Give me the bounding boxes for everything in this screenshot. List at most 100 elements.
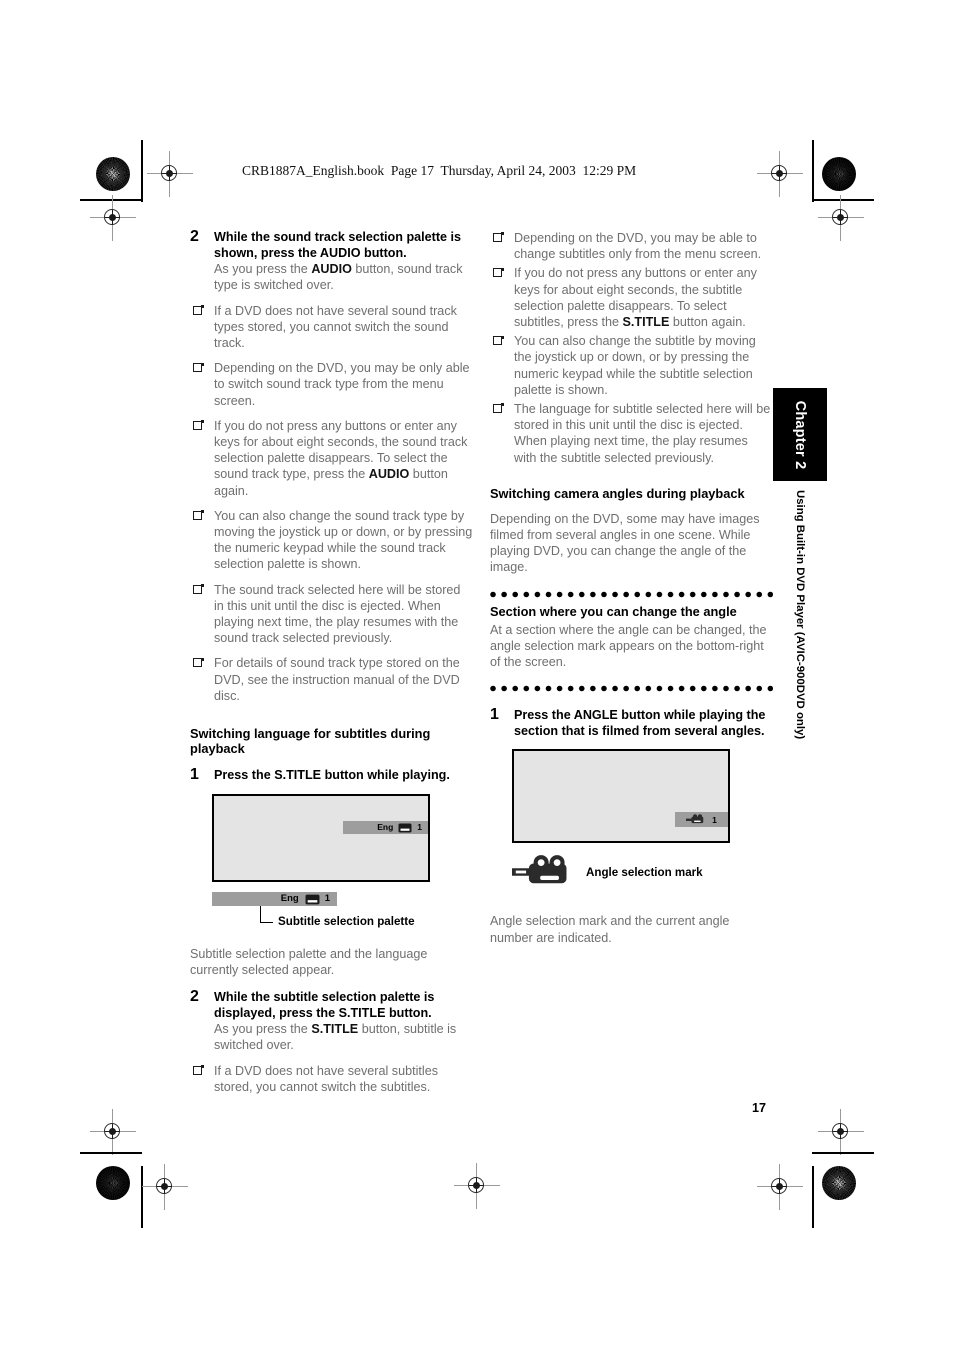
note-text: For details of sound track type stored o… [214,656,460,703]
note-text: You can also change the sound track type… [214,508,473,572]
registration-crosshair-bottom-center [454,1163,500,1209]
registration-crosshair-bottom-right [757,1164,803,1210]
dotted-divider [490,588,773,600]
chapter-tab: Chapter 2 [773,388,827,481]
section-heading-subtitles: Switching language for subtitles during … [190,726,431,757]
step-1-angle: 1 Press the ANGLE button while playing t… [490,707,773,739]
angle-selection-mark-osd: 1 [675,812,728,828]
note-text: The language for subtitle selected here … [514,402,771,465]
angle-button-name: ANGLE [573,708,618,723]
note-item: If a DVD does not have several subtitles… [190,1063,473,1095]
registration-crosshair-right-upper [818,195,864,241]
subtitle-icon [305,894,320,904]
registration-starburst-top-right [822,157,856,191]
registration-starburst-bottom-right [822,1166,856,1200]
camera-icon [686,814,704,825]
note-bullet-icon [193,510,204,520]
note-text: If a DVD does not have several sound tra… [214,303,457,350]
note-text: If you do not press any buttons or enter… [214,419,467,498]
note-item: The sound track selected here will be st… [190,582,473,647]
note-item: You can also change the sound track type… [190,508,473,573]
running-head: Using Built-in DVD Player (AVIC-900DVD o… [773,490,827,810]
note-item: You can also change the subtitle by movi… [490,333,773,398]
palette-number: 1 [324,892,330,904]
screen-illustration-angle: 1 [512,749,730,844]
stitle-button-name: S.TITLE [274,768,322,783]
note-item: If you do not press any buttons or enter… [490,265,773,330]
step-1-stitle: 1 Press the S.TITLE button while playing… [190,766,473,784]
step-title: While the subtitle selection palette is … [214,990,473,1021]
note-text: Depending on the DVD, you may be able to… [514,231,762,262]
osd-language-label: Eng [377,822,394,833]
note-bullet-icon [493,335,504,346]
palette-legend-label: Subtitle selection palette [278,914,415,928]
caption-after-angle-screen: Angle selection mark and the current ang… [490,914,730,945]
step-number: 2 [190,228,199,245]
note-item: For details of sound track type stored o… [190,655,473,704]
trim-line-top-right [812,140,814,202]
registration-crosshair-bottom-left [142,1164,188,1210]
registration-starburst-bottom-left [96,1166,130,1200]
osd-number: 1 [417,822,422,833]
step-body: As you press the S.TITLE button, subtitl… [214,1021,473,1053]
registration-crosshair-top-right [757,151,803,197]
subtitle-selection-palette-sample: Eng 1 [212,891,337,906]
book-header-line: CRB1887A_English.book Page 17 Thursday, … [242,163,637,178]
note-item: If you do not press any buttons or enter… [190,418,473,499]
note-bullet-icon [193,584,204,594]
section-heading-camera-angles: Switching camera angles during playback [490,485,745,501]
osd-angle-number: 1 [712,814,717,825]
sub-heading-section-change-angle: Section where you can change the angle [490,603,737,619]
angle-mark-legend-label: Angle selection mark [586,866,703,880]
step-title-text-a: Press the [514,708,574,723]
stitle-button-name-2: S.TITLE [338,1005,386,1020]
registration-crosshair-top-left [147,151,193,197]
step-title-text-a: Press the [214,768,275,783]
subtitle-selection-palette-osd: Eng 1 [343,820,428,834]
right-column: Depending on the DVD, you may be able to… [490,230,773,946]
note-item: The language for subtitle selected here … [490,401,773,466]
screen-illustration-subtitle: Eng 1 [212,793,430,882]
note-item: Depending on the DVD, you may be only ab… [190,360,473,409]
step-title: Press the S.TITLE button while playing. [214,768,473,784]
note-bullet-icon [493,232,504,242]
sub-body-section-change-angle: At a section where the angle can be chan… [490,622,767,670]
trim-line-right-lower [812,1152,874,1154]
caption-after-subtitle-screen: Subtitle selection palette and the langu… [190,946,428,977]
step-title: Press the ANGLE button while playing the… [514,708,773,739]
registration-crosshair-left-lower [90,1109,136,1155]
page-number: 17 [752,1101,767,1115]
note-item: If a DVD does not have several sound tra… [190,303,473,352]
palette-language-label: Eng [280,892,299,904]
audio-button-name: AUDIO [319,245,361,260]
step-number: 1 [190,766,199,784]
note-bullet-icon [193,304,204,315]
audio-button-name-2: AUDIO [311,262,352,277]
note-text: You can also change the subtitle by movi… [514,334,756,397]
note-text: The sound track selected here will be st… [214,582,461,646]
running-head-label: Using Built-in DVD Player (AVIC-900DVD o… [794,490,806,740]
note-text: If you do not press any buttons or enter… [514,266,757,329]
step-body-text-a: As you press the [214,262,312,277]
dotted-divider [490,683,773,695]
section-body-camera-angles: Depending on the DVD, some may have imag… [490,511,760,575]
note-bullet-icon [193,1065,204,1075]
audio-button-name-3: AUDIO [368,467,410,482]
note-text-b: button again. [669,315,746,330]
step-2-stitle: 2 While the subtitle selection palette i… [190,988,473,1054]
note-bullet-icon [193,362,204,373]
note-text: Depending on the DVD, you may be only ab… [214,361,470,408]
step-body-text-a: As you press the [214,1022,312,1037]
leader-line [260,905,273,923]
step-body: As you press the AUDIO button, sound tra… [214,261,473,293]
note-bullet-icon [493,403,504,414]
stitle-button-name-3: S.TITLE [311,1022,359,1037]
camera-icon [512,855,574,893]
registration-starburst-top-left [96,157,130,191]
trim-line-right-upper [812,199,874,201]
note-bullet-icon [493,267,504,278]
registration-crosshair-left-upper [90,195,136,241]
registration-crosshair-right-lower [818,1109,864,1155]
trim-line-bottom-left [141,1166,143,1228]
trim-line-bottom-right [812,1166,814,1228]
